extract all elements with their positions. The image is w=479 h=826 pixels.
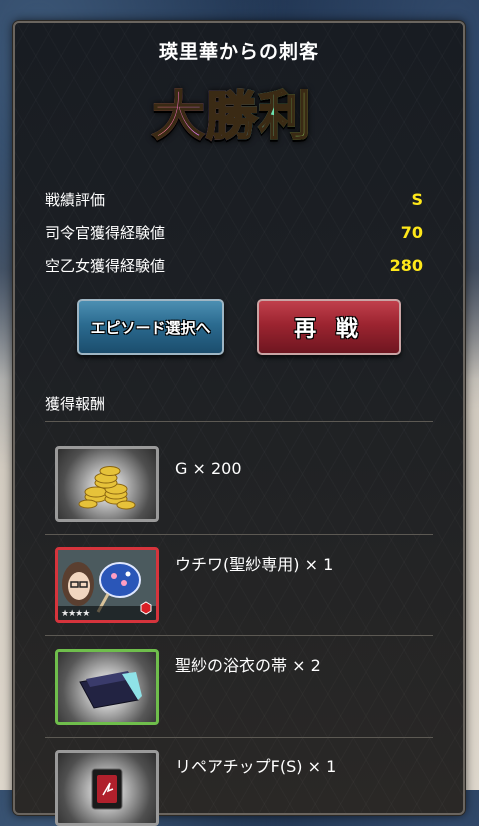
stat-value: S <box>411 190 423 209</box>
reward-item-gold[interactable] <box>55 446 159 522</box>
stat-label: 戦績評価 <box>45 191 106 209</box>
divider <box>45 534 433 535</box>
stat-row-rating: 戦績評価 S <box>45 183 423 216</box>
divider <box>45 737 433 738</box>
result-panel: 瑛里華からの刺客 大勝利 戦績評価 S 司令官獲得経験値 70 空乙女獲得経験値… <box>13 21 465 826</box>
divider <box>45 635 433 636</box>
stats-list: 戦績評価 S 司令官獲得経験値 70 空乙女獲得経験値 280 <box>45 183 423 282</box>
rewards-heading: 獲得報酬 <box>45 395 106 413</box>
yukata-obi-icon <box>79 671 142 709</box>
stat-value: 280 <box>389 256 423 275</box>
page-title: 瑛里華からの刺客 <box>158 41 319 63</box>
repair-chip-icon <box>91 768 123 810</box>
reward-label: G × 200 <box>175 459 242 478</box>
stat-value: 70 <box>400 223 423 242</box>
retry-button[interactable]: 再 戦 <box>257 299 401 355</box>
reward-label: リペアチップF(S) × 1 <box>175 757 337 776</box>
episode-select-button[interactable]: エピソード選択へ <box>77 299 224 355</box>
victory-banner: 大勝利 <box>123 77 341 148</box>
reward-label: 聖紗の浴衣の帯 × 2 <box>175 656 321 675</box>
reward-label: ウチワ(聖紗専用) × 1 <box>175 555 334 574</box>
divider <box>45 421 433 422</box>
stat-row-maiden-exp: 空乙女獲得経験値 280 <box>45 249 423 282</box>
reward-item-repair-chip[interactable] <box>55 750 159 826</box>
reward-item-uchiwa[interactable]: ★★★★ <box>55 547 159 623</box>
stat-label: 司令官獲得経験値 <box>45 224 166 242</box>
reward-item-obi[interactable] <box>55 649 159 725</box>
stat-label: 空乙女獲得経験値 <box>45 257 166 275</box>
rarity-stars: ★★★★ <box>61 609 90 619</box>
stat-row-commander-exp: 司令官獲得経験値 70 <box>45 216 423 249</box>
gold-coins-icon <box>78 466 136 510</box>
